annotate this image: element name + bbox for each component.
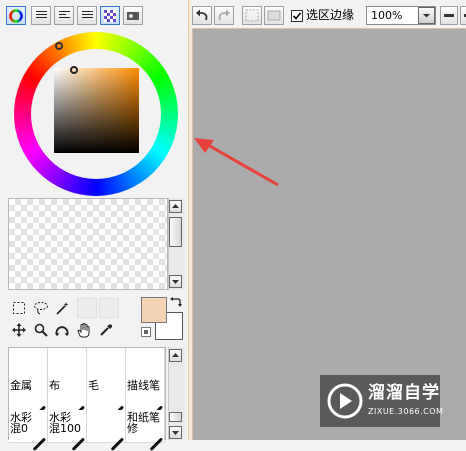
brush-slot-empty	[87, 348, 126, 381]
minus-icon	[444, 14, 454, 17]
brush-scroll-up-button[interactable]	[169, 349, 182, 362]
color-wheel-icon	[9, 8, 23, 23]
invert-selection-icon	[267, 10, 281, 21]
brush-pen-icon	[149, 437, 164, 451]
rotate-tool[interactable]	[53, 321, 71, 339]
brush-item[interactable]: 布	[48, 378, 87, 419]
brush-item[interactable]: 毛	[87, 378, 126, 419]
magic-wand-icon	[56, 302, 69, 315]
brush-pen-icon	[110, 437, 125, 451]
brush-item[interactable]: 水彩 混0	[9, 410, 48, 451]
selection-edge-label: 选区边缘	[306, 8, 355, 22]
zoom-in-button[interactable]	[460, 6, 466, 25]
triangle-down-icon	[172, 280, 179, 284]
tool-slot-empty	[99, 298, 119, 318]
triangle-up-icon	[172, 353, 179, 357]
move-arrows-icon	[12, 323, 26, 337]
watermark-title: 溜溜自学	[368, 383, 440, 403]
redo-button[interactable]	[214, 6, 234, 25]
brush-item[interactable]: 金属	[9, 378, 48, 419]
brush-scroll-thumb[interactable]	[169, 412, 182, 422]
triangle-down-icon	[172, 431, 179, 435]
zoom-dropdown-button[interactable]	[418, 7, 435, 24]
mixer-tab[interactable]	[77, 6, 97, 25]
brush-label: 毛	[88, 379, 99, 392]
triangle-up-icon	[172, 204, 179, 208]
hsv-slider-tab[interactable]	[54, 6, 74, 25]
brush-slot-empty	[48, 348, 87, 381]
rect-select-icon	[13, 302, 25, 314]
plus-icon	[464, 14, 466, 17]
magnifier-icon	[34, 323, 48, 337]
deselect-button[interactable]	[242, 6, 262, 25]
brush-label: 布	[49, 379, 60, 392]
slider-lines-icon	[35, 11, 47, 20]
hue-cursor[interactable]	[55, 42, 63, 50]
brush-item[interactable]: 水彩 混100	[48, 410, 87, 451]
brush-pen-icon	[32, 437, 47, 451]
color-wheel-tab[interactable]	[6, 6, 26, 25]
hand-icon	[77, 323, 90, 338]
scratchpad-tab[interactable]	[123, 6, 143, 25]
move-tool[interactable]	[10, 321, 28, 339]
rect-select-tool[interactable]	[10, 299, 28, 317]
zoom-tool[interactable]	[32, 321, 50, 339]
brush-label: 描线笔	[127, 379, 160, 392]
undo-icon	[196, 9, 208, 21]
magic-wand-tool[interactable]	[53, 299, 71, 317]
lasso-icon	[34, 302, 48, 315]
swatch-grid-icon	[104, 9, 116, 22]
watermark-url: ZIXUE.3066.COM	[368, 407, 444, 416]
saturation-value-square[interactable]	[54, 68, 139, 153]
undo-button[interactable]	[192, 6, 212, 25]
hand-tool[interactable]	[75, 321, 93, 339]
checkmark-icon	[292, 12, 302, 20]
chevron-down-icon	[423, 14, 430, 18]
watermark-logo-icon	[327, 383, 363, 419]
transparent-color-mark	[144, 330, 148, 334]
brush-slot-empty	[126, 348, 165, 381]
zoom-value: 100%	[371, 9, 403, 22]
brush-scroll-down-button[interactable]	[169, 426, 182, 439]
brush-slot-empty	[9, 348, 48, 381]
redo-icon	[218, 9, 230, 21]
brush-pen-icon	[71, 437, 86, 451]
swatches-tab[interactable]	[100, 6, 120, 25]
selection-edge-checkbox[interactable]	[291, 10, 303, 22]
annotation-arrow	[194, 138, 279, 187]
brush-label: 水彩 混100	[49, 411, 81, 435]
slider-lines-icon	[58, 11, 70, 20]
rgb-slider-tab[interactable]	[31, 6, 51, 25]
tool-slot-empty	[77, 298, 97, 318]
scratchpad-icon	[127, 11, 139, 20]
scroll-up-button[interactable]	[169, 200, 182, 213]
brush-label: 水彩 混0	[10, 411, 32, 435]
brush-item[interactable]	[87, 410, 126, 451]
brush-item[interactable]: 描线笔	[126, 378, 165, 419]
brush-label: 和纸笔 修	[127, 411, 160, 435]
eyedropper-tool[interactable]	[97, 321, 115, 339]
invert-selection-button[interactable]	[264, 6, 284, 25]
brush-item[interactable]: 和纸笔 修	[126, 410, 165, 451]
watermark: 溜溜自学 ZIXUE.3066.COM	[320, 375, 444, 427]
eyedropper-icon	[100, 324, 113, 336]
mixer-lines-icon	[81, 11, 93, 20]
sv-cursor[interactable]	[70, 66, 78, 74]
rotate-icon	[55, 326, 69, 336]
scroll-thumb[interactable]	[169, 217, 182, 247]
transparent-color-icon[interactable]	[141, 327, 151, 337]
brush-label: 金属	[10, 379, 32, 392]
foreground-color-swatch[interactable]	[141, 297, 167, 323]
swatch-area[interactable]	[8, 198, 168, 290]
zoom-out-button[interactable]	[440, 6, 458, 25]
deselect-icon	[245, 9, 259, 22]
swap-colors-icon[interactable]	[170, 296, 182, 308]
scroll-down-button[interactable]	[169, 275, 182, 288]
lasso-tool[interactable]	[32, 299, 50, 317]
